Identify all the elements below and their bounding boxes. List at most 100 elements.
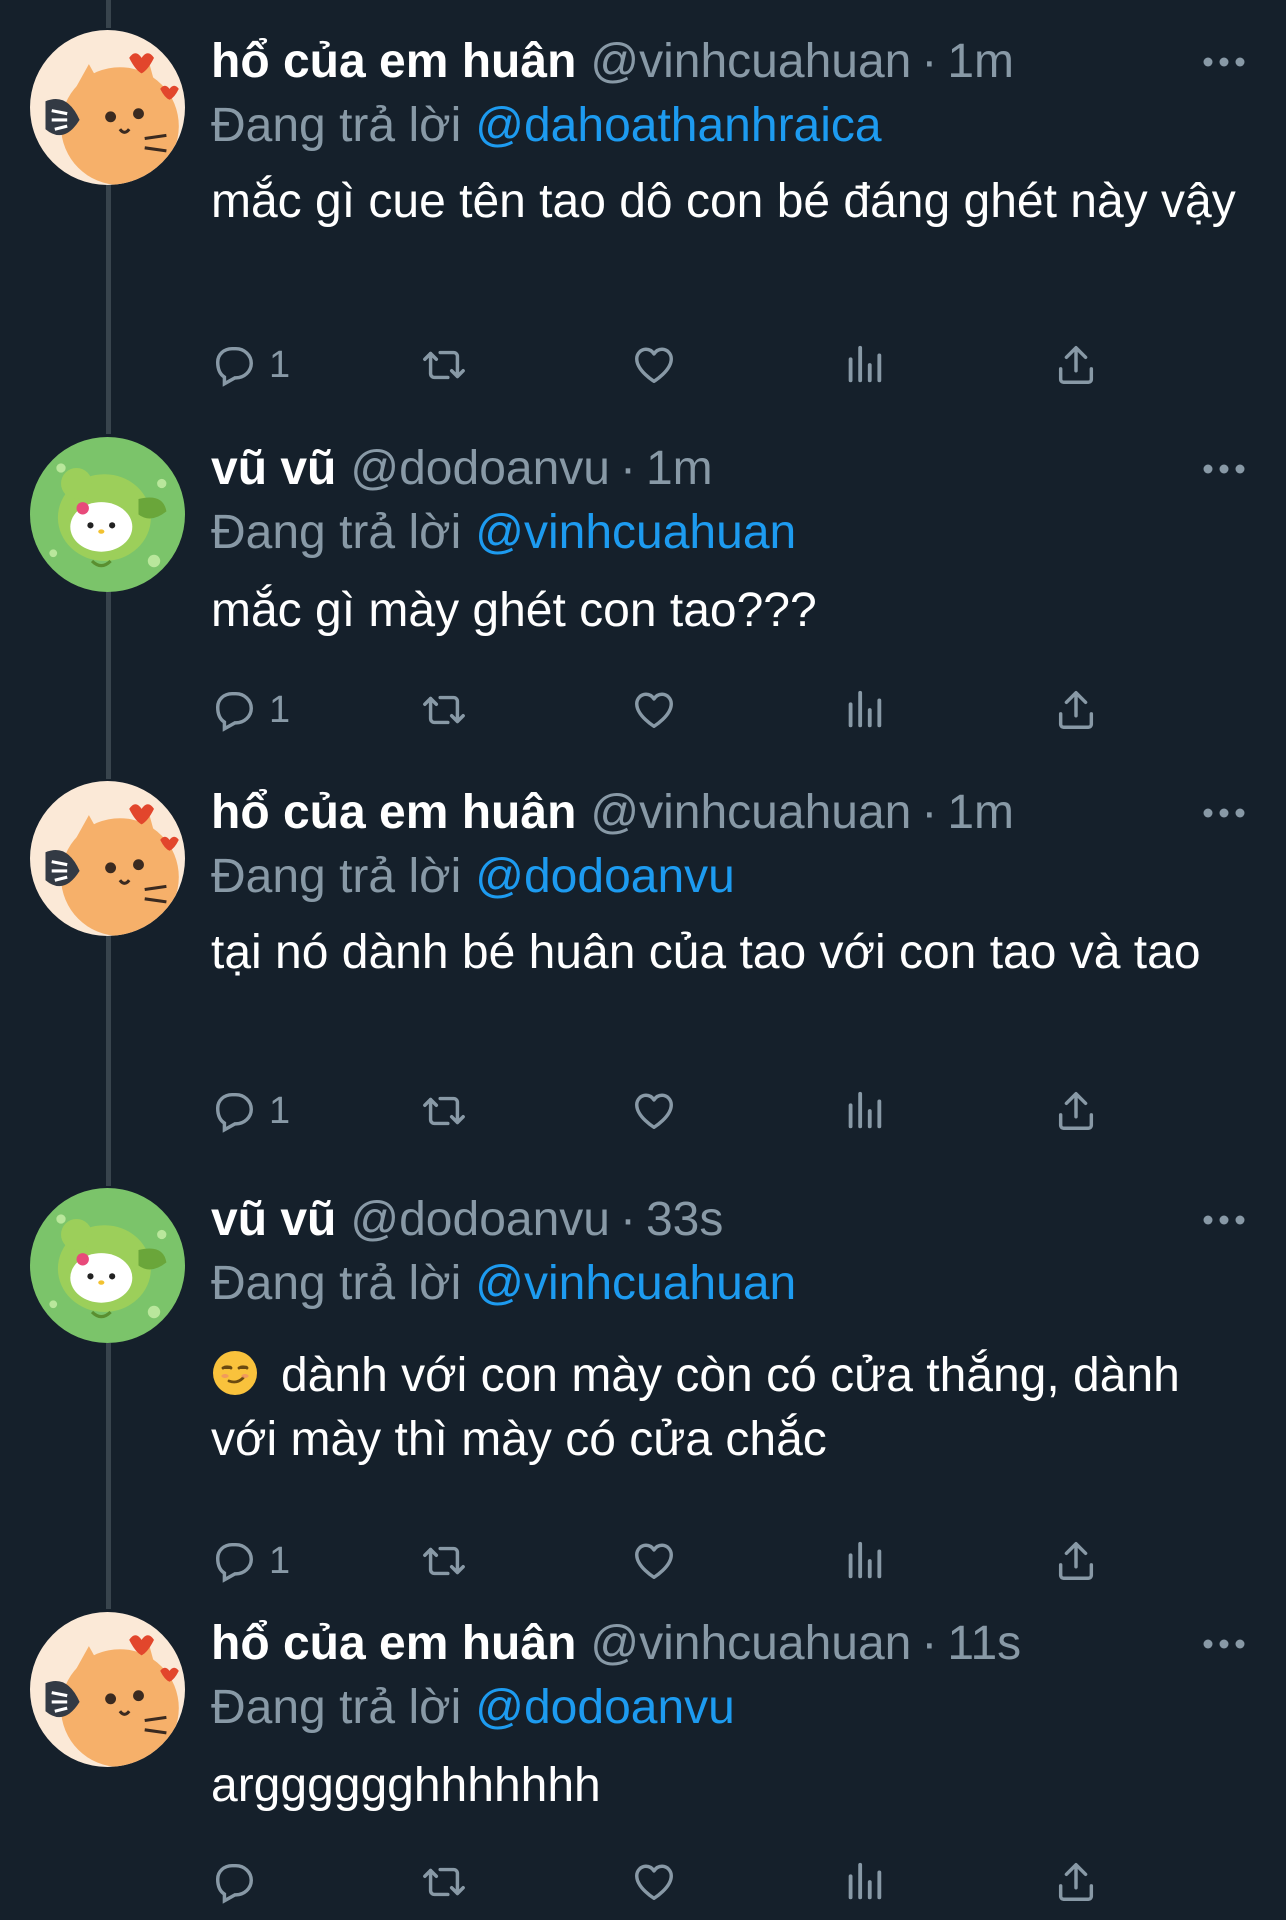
- reply-icon: [215, 1863, 253, 1904]
- tweet-header: vũ vũ @dodoanvu · 1m: [211, 437, 713, 501]
- tweet-text: mắc gì mày ghét con tao???: [211, 584, 817, 637]
- views-chart-icon: [848, 1541, 882, 1579]
- avatar[interactable]: [30, 1188, 185, 1343]
- retweet-button[interactable]: [421, 1857, 467, 1907]
- avatar[interactable]: [30, 437, 185, 592]
- display-name[interactable]: hổ của em huân: [211, 1617, 576, 1670]
- tweet[interactable]: hổ của em huân @vinhcuahuan · 1m Đang trả l…: [0, 30, 1286, 400]
- tweet-actions: [211, 1857, 1111, 1907]
- display-name[interactable]: hổ của em huân: [211, 786, 576, 839]
- display-name[interactable]: vũ vũ: [211, 442, 336, 495]
- reply-button[interactable]: [211, 1857, 269, 1907]
- reply-thread: hổ của em huân @vinhcuahuan · 1m Đang trả l…: [0, 0, 1286, 1920]
- mention-link[interactable]: @dodoanvu: [475, 850, 735, 903]
- avatar[interactable]: [30, 781, 185, 936]
- heart-icon: [635, 1543, 673, 1580]
- tweet-actions: 1: [211, 685, 1111, 735]
- timestamp[interactable]: 1m: [947, 786, 1014, 839]
- views-button[interactable]: [841, 1857, 887, 1907]
- tweet[interactable]: vũ vũ @dodoanvu · 33s Đang trả lời @vinhcuah…: [0, 1188, 1286, 1588]
- user-handle[interactable]: @dodoanvu: [350, 1193, 610, 1246]
- reply-button[interactable]: 1: [211, 340, 290, 390]
- replying-to-label: Đang trả lời: [211, 1681, 462, 1734]
- retweet-button[interactable]: [421, 685, 467, 735]
- share-icon: [1058, 1542, 1094, 1580]
- like-button[interactable]: [631, 685, 677, 735]
- share-button[interactable]: [1053, 1857, 1099, 1907]
- timestamp[interactable]: 33s: [646, 1193, 723, 1246]
- avatar[interactable]: [30, 30, 185, 185]
- share-button[interactable]: [1053, 685, 1099, 735]
- mention-link[interactable]: @dahoathanhraica: [475, 99, 881, 152]
- tweet[interactable]: hổ của em huân @vinhcuahuan · 11s Đang trả …: [0, 1612, 1286, 1912]
- reply-icon: [215, 1092, 253, 1133]
- mention-link[interactable]: @vinhcuahuan: [475, 1257, 796, 1310]
- views-chart-icon: [848, 1862, 882, 1900]
- reply-button[interactable]: 1: [211, 1086, 290, 1136]
- avatar[interactable]: [30, 1612, 185, 1767]
- views-chart-icon: [848, 345, 882, 383]
- views-button[interactable]: [841, 340, 887, 390]
- tweet-text: dành với con mày còn có cửa thắng, dành …: [211, 1349, 1180, 1466]
- tweet[interactable]: hổ của em huân @vinhcuahuan · 1m Đang trả l…: [0, 781, 1286, 1151]
- mention-link[interactable]: @dodoanvu: [475, 1681, 735, 1734]
- retweet-icon: [423, 695, 465, 725]
- reply-count: 1: [269, 1089, 291, 1132]
- retweet-icon: [423, 1867, 465, 1897]
- retweet-icon: [423, 1096, 465, 1126]
- replying-to-label: Đang trả lời: [211, 506, 462, 559]
- user-handle[interactable]: @vinhcuahuan: [590, 786, 911, 839]
- reply-icon: [215, 691, 253, 732]
- more-options-icon[interactable]: [1202, 1210, 1246, 1230]
- hello-kitty-frog-avatar-icon: [30, 437, 185, 592]
- mention-link[interactable]: @vinhcuahuan: [475, 506, 796, 559]
- more-options-icon[interactable]: [1202, 52, 1246, 72]
- more-options-icon[interactable]: [1202, 803, 1246, 823]
- replying-to: Đang trả lời @vinhcuahuan: [211, 1252, 796, 1316]
- tweet-text: mắc gì cue tên tao dô con bé đáng ghét n…: [211, 175, 1236, 228]
- display-name[interactable]: vũ vũ: [211, 1193, 336, 1246]
- display-name[interactable]: hổ của em huân: [211, 35, 576, 88]
- user-handle[interactable]: @vinhcuahuan: [590, 1617, 911, 1670]
- share-icon: [1058, 1863, 1094, 1901]
- views-button[interactable]: [841, 1536, 887, 1586]
- heart-icon: [635, 1864, 673, 1901]
- tweet-body: dành với con mày còn có cửa thắng, dành …: [211, 1344, 1251, 1472]
- reply-button[interactable]: 1: [211, 1536, 290, 1586]
- replying-to: Đang trả lời @dodoanvu: [211, 845, 735, 909]
- reply-icon: [215, 1542, 253, 1583]
- tweet-actions: 1: [211, 1536, 1111, 1586]
- reply-button[interactable]: 1: [211, 685, 290, 735]
- share-button[interactable]: [1053, 1536, 1099, 1586]
- share-button[interactable]: [1053, 340, 1099, 390]
- views-button[interactable]: [841, 1086, 887, 1136]
- retweet-icon: [423, 1546, 465, 1576]
- like-button[interactable]: [631, 1857, 677, 1907]
- more-options-icon[interactable]: [1202, 1634, 1246, 1654]
- separator-dot: ·: [619, 1193, 636, 1246]
- like-button[interactable]: [631, 1086, 677, 1136]
- retweet-button[interactable]: [421, 1536, 467, 1586]
- tweet-header: hổ của em huân @vinhcuahuan · 1m: [211, 781, 1014, 845]
- tiger-cat-avatar-icon: [30, 1612, 185, 1767]
- replying-to: Đang trả lời @dodoanvu: [211, 1676, 735, 1740]
- timestamp[interactable]: 1m: [646, 442, 713, 495]
- more-options-icon[interactable]: [1202, 459, 1246, 479]
- user-handle[interactable]: @vinhcuahuan: [590, 35, 911, 88]
- retweet-icon: [423, 350, 465, 380]
- share-icon: [1058, 1092, 1094, 1130]
- separator-dot: ·: [921, 35, 938, 88]
- share-button[interactable]: [1053, 1086, 1099, 1136]
- retweet-button[interactable]: [421, 1086, 467, 1136]
- retweet-button[interactable]: [421, 340, 467, 390]
- tweet[interactable]: vũ vũ @dodoanvu · 1m Đang trả lời @vinhcuahu…: [0, 437, 1286, 767]
- tweet-actions: 1: [211, 1086, 1111, 1136]
- timestamp[interactable]: 1m: [947, 35, 1014, 88]
- timestamp[interactable]: 11s: [947, 1617, 1021, 1670]
- like-button[interactable]: [631, 1536, 677, 1586]
- user-handle[interactable]: @dodoanvu: [350, 442, 610, 495]
- like-button[interactable]: [631, 340, 677, 390]
- replying-to: Đang trả lời @dahoathanhraica: [211, 94, 882, 158]
- share-icon: [1058, 346, 1094, 384]
- views-button[interactable]: [841, 685, 887, 735]
